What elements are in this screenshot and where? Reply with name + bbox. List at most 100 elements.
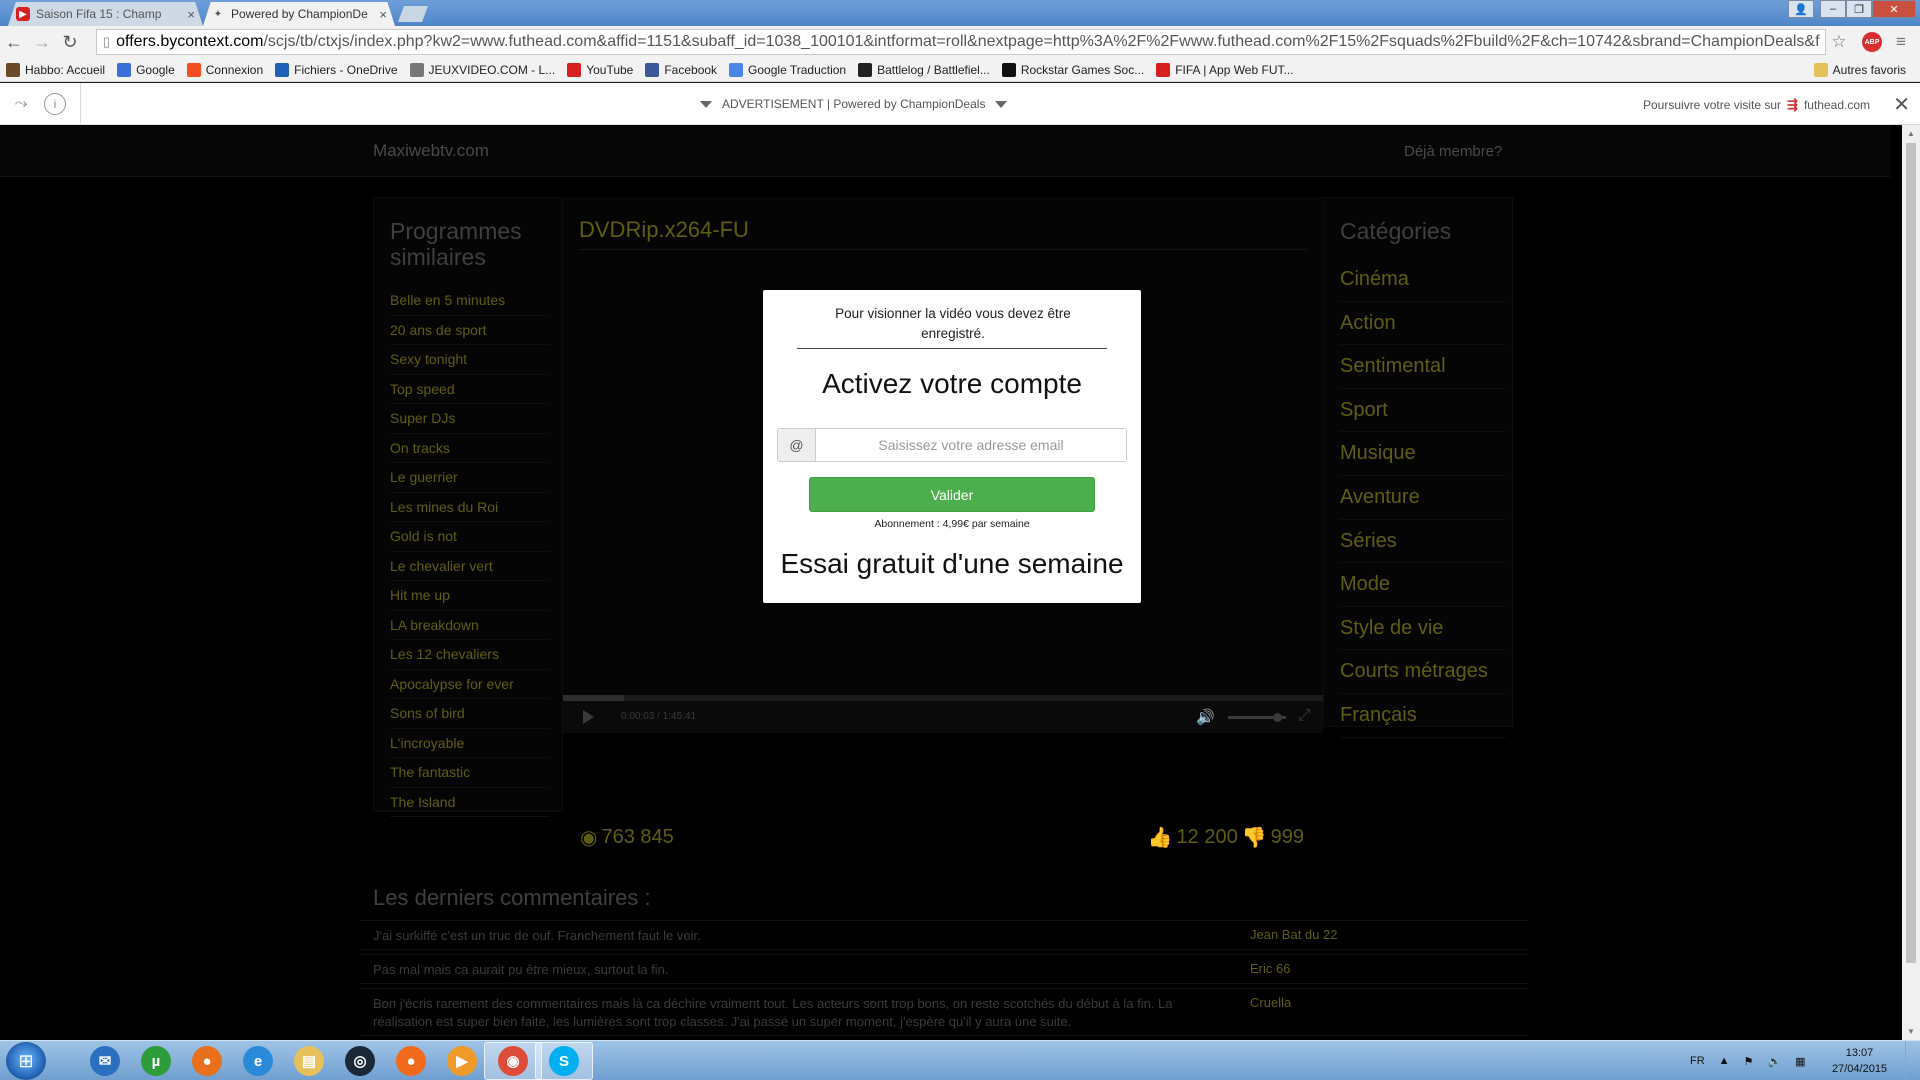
- category-link[interactable]: Courts métrages: [1340, 650, 1506, 694]
- email-input[interactable]: [816, 429, 1126, 461]
- volume-slider[interactable]: [1228, 713, 1286, 722]
- scroll-down-icon[interactable]: ▼: [1907, 1027, 1915, 1036]
- program-link[interactable]: Belle en 5 minutes: [390, 286, 550, 316]
- program-link[interactable]: 20 ans de sport: [390, 316, 550, 345]
- bookmark-item[interactable]: JEUXVIDEO.COM - L...: [404, 62, 562, 77]
- comment-author[interactable]: Cruella: [1250, 995, 1291, 1010]
- close-icon[interactable]: ✕: [1893, 92, 1910, 117]
- program-link[interactable]: LA breakdown: [390, 611, 550, 640]
- category-link[interactable]: Français: [1340, 694, 1506, 738]
- site-logo[interactable]: Maxiwebtv.com: [373, 141, 489, 161]
- language-indicator[interactable]: FR: [1690, 1055, 1705, 1067]
- bookmark-item[interactable]: Fichiers - OneDrive: [269, 62, 403, 77]
- category-link[interactable]: Style de vie: [1340, 607, 1506, 651]
- close-tab-icon[interactable]: ×: [379, 7, 387, 22]
- program-link[interactable]: L'incroyable: [390, 729, 550, 758]
- category-link[interactable]: Musique: [1340, 432, 1506, 476]
- taskbar-app-origin[interactable]: ●: [382, 1042, 440, 1080]
- tab-fifa[interactable]: ▶ Saison Fifa 15 : Champ ×: [8, 2, 203, 26]
- category-link[interactable]: Cinéma: [1340, 258, 1506, 302]
- reload-button[interactable]: ↻: [56, 28, 84, 56]
- taskbar-app-explorer[interactable]: ▤: [280, 1042, 338, 1080]
- scroll-up-icon[interactable]: ▲: [1907, 129, 1915, 138]
- program-link[interactable]: Super DJs: [390, 404, 550, 434]
- share-icon[interactable]: ⤳: [8, 91, 34, 117]
- continue-label: Poursuivre votre visite sur: [1643, 98, 1782, 112]
- program-link[interactable]: Hit me up: [390, 581, 550, 611]
- continue-to-site-link[interactable]: Poursuivre votre visite sur ⇶ futhead.co…: [1643, 97, 1870, 113]
- program-link[interactable]: On tracks: [390, 434, 550, 463]
- category-link[interactable]: Séries: [1340, 520, 1506, 564]
- bookmark-item[interactable]: Battlelog / Battlefiel...: [852, 62, 996, 77]
- adbar-center[interactable]: ADVERTISEMENT | Powered by ChampionDeals: [700, 97, 1008, 111]
- close-window-button[interactable]: ✕: [1872, 0, 1916, 18]
- category-link[interactable]: Action: [1340, 302, 1506, 346]
- thumbs-up-icon[interactable]: 👍: [1148, 825, 1173, 850]
- scroll-thumb[interactable]: [1906, 143, 1916, 963]
- adblock-plus-icon[interactable]: ABP: [1862, 32, 1882, 52]
- submit-button[interactable]: Valider: [809, 477, 1095, 512]
- clock[interactable]: 13:07 27/04/2015: [1832, 1045, 1887, 1077]
- taskbar-app-skype[interactable]: S: [535, 1042, 593, 1080]
- volume-icon[interactable]: 🔊: [1196, 708, 1215, 726]
- member-link[interactable]: Déjà membre?: [1404, 143, 1502, 160]
- taskbar-app-firefox[interactable]: ●: [178, 1042, 236, 1080]
- program-link[interactable]: The fantastic: [390, 758, 550, 788]
- bookmark-item[interactable]: Google Traduction: [723, 62, 852, 77]
- volume-icon[interactable]: 🔈: [1767, 1055, 1781, 1068]
- taskbar-app-thunderbird[interactable]: ✉: [76, 1042, 134, 1080]
- comment-author[interactable]: Jean Bat du 22: [1250, 927, 1337, 942]
- show-desktop-button[interactable]: [1905, 1041, 1920, 1080]
- menu-icon[interactable]: ≡: [1890, 31, 1912, 53]
- program-link[interactable]: The Island: [390, 788, 550, 817]
- fullscreen-icon[interactable]: ⤢: [1298, 707, 1311, 725]
- program-link[interactable]: Sons of bird: [390, 699, 550, 729]
- minimize-button[interactable]: –: [1820, 0, 1846, 18]
- page-scrollbar[interactable]: ▲ ▼: [1902, 125, 1920, 1040]
- tab-championdeals[interactable]: ✦ Powered by ChampionDe ×: [203, 2, 395, 26]
- program-link[interactable]: Les mines du Roi: [390, 493, 550, 522]
- taskbar-app-steam[interactable]: ◎: [331, 1042, 389, 1080]
- bookmark-item[interactable]: YouTube: [561, 62, 639, 77]
- bookmark-item[interactable]: Facebook: [639, 62, 723, 77]
- category-link[interactable]: Sentimental: [1340, 345, 1506, 389]
- bookmark-label: Facebook: [664, 62, 718, 77]
- back-button[interactable]: ←: [0, 28, 28, 56]
- bookmark-item[interactable]: FIFA | App Web FUT...: [1150, 62, 1299, 77]
- program-link[interactable]: Le guerrier: [390, 463, 550, 493]
- program-link[interactable]: Sexy tonight: [390, 345, 550, 375]
- play-icon[interactable]: [583, 710, 594, 724]
- category-link[interactable]: Mode: [1340, 563, 1506, 607]
- program-link[interactable]: Gold is not: [390, 522, 550, 552]
- volume-knob[interactable]: [1273, 713, 1283, 722]
- show-hidden-icons-icon[interactable]: ▲: [1719, 1055, 1730, 1067]
- program-link[interactable]: Apocalypse for ever: [390, 670, 550, 699]
- thumbs-down-icon[interactable]: 👎: [1242, 825, 1267, 850]
- other-bookmarks[interactable]: Autres favoris: [1808, 58, 1912, 82]
- bookmark-item[interactable]: Habbo: Accueil: [0, 62, 111, 77]
- new-tab-button[interactable]: [398, 6, 428, 22]
- taskbar-app-utorrent[interactable]: µ: [127, 1042, 185, 1080]
- network-icon[interactable]: ▦: [1795, 1055, 1805, 1068]
- info-icon[interactable]: i: [44, 93, 66, 115]
- bookmark-item[interactable]: Google: [111, 62, 181, 77]
- bookmark-item[interactable]: Rockstar Games Soc...: [996, 62, 1150, 77]
- program-link[interactable]: Le chevalier vert: [390, 552, 550, 581]
- category-link[interactable]: Sport: [1340, 389, 1506, 433]
- category-link[interactable]: Aventure: [1340, 476, 1506, 520]
- start-button[interactable]: ⊞: [6, 1042, 46, 1080]
- action-center-icon[interactable]: ⚑: [1744, 1055, 1754, 1068]
- user-icon[interactable]: 👤: [1788, 0, 1814, 18]
- taskbar-app-internet-explorer[interactable]: e: [229, 1042, 287, 1080]
- comment-author[interactable]: Eric 66: [1250, 961, 1290, 976]
- star-icon[interactable]: ☆: [1828, 31, 1850, 53]
- bookmark-item[interactable]: Connexion: [181, 62, 269, 77]
- taskbar-app-chrome[interactable]: ◉: [484, 1042, 542, 1080]
- address-bar[interactable]: ▯ offers.bycontext.com/scjs/tb/ctxjs/ind…: [96, 29, 1826, 55]
- program-link[interactable]: Top speed: [390, 375, 550, 404]
- taskbar-app-media-player[interactable]: ▶: [433, 1042, 491, 1080]
- forward-button[interactable]: →: [28, 28, 56, 56]
- close-tab-icon[interactable]: ×: [187, 7, 195, 22]
- maximize-button[interactable]: ❐: [1846, 0, 1872, 18]
- program-link[interactable]: Les 12 chevaliers: [390, 640, 550, 670]
